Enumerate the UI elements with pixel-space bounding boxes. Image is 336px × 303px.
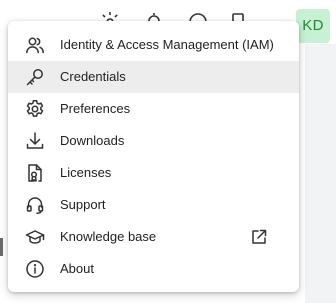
gear-icon	[25, 99, 45, 119]
menu-item-support[interactable]: Support	[8, 189, 299, 221]
menu-item-label: About	[60, 261, 94, 276]
menu-item-label: Knowledge base	[60, 229, 157, 244]
menu-item-knowledge-base[interactable]: Knowledge base	[8, 221, 299, 253]
user-avatar[interactable]: KD	[296, 9, 330, 43]
user-menu: Identity & Access Management (IAM) Crede…	[8, 21, 299, 292]
external-link-icon	[250, 228, 268, 246]
menu-item-label: Credentials	[60, 69, 126, 84]
menu-item-about[interactable]: About	[8, 253, 299, 285]
graduation-cap-icon	[25, 227, 45, 247]
menu-item-label: Identity & Access Management (IAM)	[60, 37, 274, 52]
menu-item-label: Licenses	[60, 165, 112, 180]
key-icon	[25, 67, 45, 87]
menu-item-iam[interactable]: Identity & Access Management (IAM)	[8, 29, 299, 61]
menu-item-licenses[interactable]: Licenses	[8, 157, 299, 189]
headset-icon	[25, 195, 45, 215]
menu-item-credentials[interactable]: Credentials	[8, 61, 299, 93]
menu-item-label: Support	[60, 197, 106, 212]
menu-item-label: Downloads	[60, 133, 125, 148]
info-icon	[25, 259, 45, 279]
background-panel	[305, 44, 336, 303]
menu-item-preferences[interactable]: Preferences	[8, 93, 299, 125]
menu-item-downloads[interactable]: Downloads	[8, 125, 299, 157]
users-icon	[25, 35, 45, 55]
background-divider	[0, 238, 3, 256]
license-icon	[25, 163, 45, 183]
download-icon	[25, 131, 45, 151]
menu-item-label: Preferences	[60, 101, 131, 116]
